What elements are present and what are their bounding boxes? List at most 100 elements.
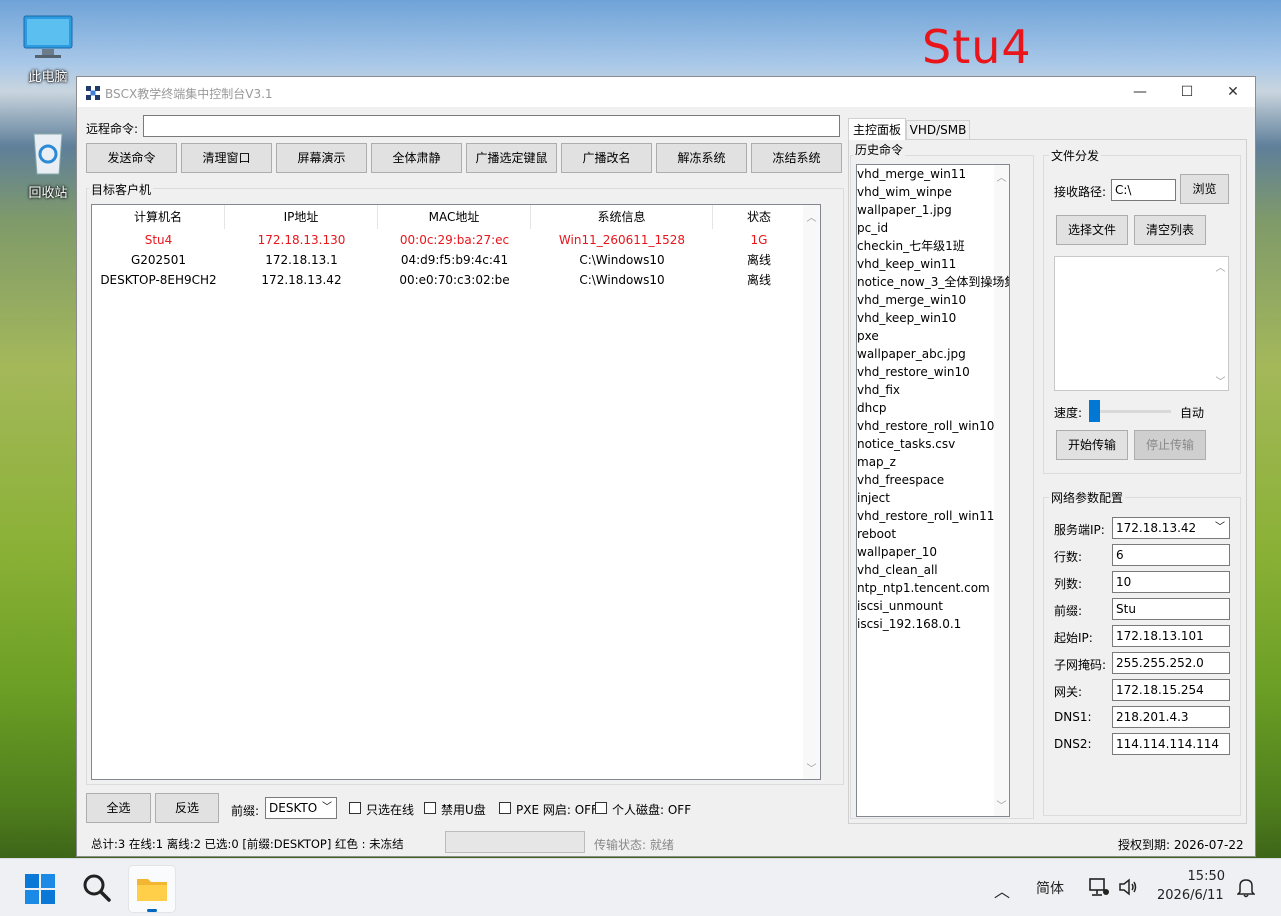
chevron-up-icon[interactable]: ︿ — [803, 209, 820, 224]
recv-path-input[interactable]: C:\ — [1111, 179, 1176, 201]
row-sys[interactable]: Win11_260611_1528 — [531, 230, 713, 250]
client-list[interactable]: 计算机名 IP地址 MAC地址 系统信息 状态 Stu4 172.18.13.1… — [91, 204, 821, 780]
row-mac[interactable]: 00:0c:29:ba:27:ec — [378, 230, 531, 250]
history-item[interactable]: vhd_keep_win11 — [857, 255, 956, 273]
desktop-icon-this-pc[interactable]: 此电脑 — [16, 12, 80, 85]
clear-list-button[interactable]: 清空列表 — [1134, 215, 1206, 245]
history-item[interactable]: dhcp — [857, 399, 886, 417]
tab-main-panel[interactable]: 主控面板 — [848, 118, 906, 140]
close-button[interactable]: ✕ — [1210, 77, 1256, 107]
dns1-input[interactable]: 218.201.4.3 — [1112, 706, 1230, 728]
network-icon[interactable] — [1088, 876, 1110, 901]
stop-transfer-button[interactable]: 停止传输 — [1134, 430, 1206, 460]
column-header[interactable]: IP地址 — [225, 205, 378, 229]
history-item[interactable]: vhd_restore_roll_win11 — [857, 507, 994, 525]
disable-usb-checkbox[interactable] — [424, 802, 436, 814]
broadcast-input-button[interactable]: 广播选定键鼠 — [466, 143, 557, 173]
browse-button[interactable]: 浏览 — [1180, 174, 1229, 204]
volume-icon[interactable] — [1117, 876, 1139, 901]
prefix-config-input[interactable]: Stu — [1112, 598, 1230, 620]
screen-demo-button[interactable]: 屏幕演示 — [276, 143, 367, 173]
history-item[interactable]: vhd_merge_win10 — [857, 291, 966, 309]
input-language[interactable]: 简体 — [1036, 878, 1064, 898]
silence-all-button[interactable]: 全体肃静 — [371, 143, 462, 173]
history-item[interactable]: pc_id — [857, 219, 888, 237]
row-sys[interactable]: C:\Windows10 — [531, 270, 713, 290]
history-item[interactable]: inject — [857, 489, 890, 507]
choose-file-button[interactable]: 选择文件 — [1056, 215, 1128, 245]
clear-window-button[interactable]: 清理窗口 — [181, 143, 272, 173]
send-command-button[interactable]: 发送命令 — [86, 143, 177, 173]
history-item[interactable]: wallpaper_10 — [857, 543, 937, 561]
history-list[interactable]: ︿ ﹀ vhd_merge_win11 vhd_wim_winpe wallpape… — [856, 164, 1010, 817]
select-all-button[interactable]: 全选 — [86, 793, 151, 823]
personal-disk-checkbox[interactable] — [595, 802, 607, 814]
maximize-button[interactable]: ☐ — [1164, 77, 1210, 107]
history-item[interactable]: map_z — [857, 453, 896, 471]
row-mac[interactable]: 04:d9:f5:b9:4c:41 — [378, 250, 531, 270]
server-ip-select[interactable]: 172.18.13.42 ﹀ — [1112, 517, 1230, 539]
chevron-down-icon[interactable]: ﹀ — [994, 797, 1009, 812]
row-ip[interactable]: 172.18.13.1 — [225, 250, 378, 270]
history-item[interactable]: notice_now_3_全体到操场集 — [857, 273, 1009, 291]
subnet-mask-input[interactable]: 255.255.252.0 — [1112, 652, 1230, 674]
pxe-checkbox[interactable] — [499, 802, 511, 814]
dns2-input[interactable]: 114.114.114.114 — [1112, 733, 1230, 755]
file-explorer-button[interactable] — [128, 865, 176, 913]
chevron-up-icon[interactable]: ︿ — [994, 878, 1010, 902]
speed-slider-track[interactable] — [1089, 410, 1171, 413]
row-mac[interactable]: 00:e0:70:c3:02:be — [378, 270, 531, 290]
history-item[interactable]: vhd_keep_win10 — [857, 309, 956, 327]
chevron-up-icon[interactable]: ︿ — [1213, 259, 1228, 274]
history-item[interactable]: vhd_merge_win11 — [857, 165, 966, 183]
history-item[interactable]: vhd_freespace — [857, 471, 944, 489]
history-item[interactable]: vhd_restore_roll_win10 — [857, 417, 994, 435]
gateway-input[interactable]: 172.18.15.254 — [1112, 679, 1230, 701]
minimize-button[interactable]: — — [1117, 77, 1163, 107]
desktop-icon-recycle-bin[interactable]: 回收站 — [16, 128, 80, 201]
history-item[interactable]: checkin_七年级1班 — [857, 237, 965, 255]
history-item[interactable]: vhd_restore_win10 — [857, 363, 970, 381]
history-item[interactable]: wallpaper_1.jpg — [857, 201, 952, 219]
client-list-scrollbar[interactable]: ︿ ﹀ — [803, 205, 820, 779]
row-name[interactable]: Stu4 — [92, 230, 225, 250]
row-ip[interactable]: 172.18.13.42 — [225, 270, 378, 290]
row-status[interactable]: 离线 — [713, 250, 805, 270]
history-scrollbar[interactable]: ︿ ﹀ — [994, 165, 1009, 816]
column-header[interactable]: 计算机名 — [92, 205, 225, 229]
row-name[interactable]: DESKTOP-8EH9CH2 — [92, 270, 225, 290]
invert-selection-button[interactable]: 反选 — [155, 793, 219, 823]
row-status[interactable]: 离线 — [713, 270, 805, 290]
history-item[interactable]: vhd_clean_all — [857, 561, 938, 579]
row-name[interactable]: G202501 — [92, 250, 225, 270]
notification-bell-icon[interactable] — [1236, 878, 1256, 901]
speed-slider-thumb[interactable] — [1089, 400, 1100, 422]
clock-date[interactable]: 2026/6/11 — [1157, 888, 1224, 903]
prefix-select[interactable]: DESKTO ﹀ — [265, 797, 337, 819]
history-item[interactable]: vhd_fix — [857, 381, 900, 399]
only-online-checkbox[interactable] — [349, 802, 361, 814]
history-item[interactable]: iscsi_192.168.0.1 — [857, 615, 961, 633]
start-button[interactable] — [25, 874, 55, 907]
chevron-up-icon[interactable]: ︿ — [994, 169, 1009, 184]
title-bar[interactable]: BSCX教学终端集中控制台V3.1 — ☐ ✕ — [77, 77, 1255, 107]
start-transfer-button[interactable]: 开始传输 — [1056, 430, 1128, 460]
tab-vhd-smb[interactable]: VHD/SMB — [906, 120, 970, 139]
start-ip-input[interactable]: 172.18.13.101 — [1112, 625, 1230, 647]
cols-input[interactable]: 10 — [1112, 571, 1230, 593]
unfreeze-system-button[interactable]: 解冻系统 — [656, 143, 747, 173]
clock-time[interactable]: 15:50 — [1175, 869, 1225, 884]
remote-command-input[interactable] — [143, 115, 840, 137]
column-header[interactable]: MAC地址 — [378, 205, 531, 229]
column-header[interactable]: 系统信息 — [531, 205, 713, 229]
chevron-down-icon[interactable]: ﹀ — [1213, 373, 1228, 388]
rows-input[interactable]: 6 — [1112, 544, 1230, 566]
history-item[interactable]: vhd_wim_winpe — [857, 183, 952, 201]
chevron-down-icon[interactable]: ﹀ — [803, 760, 820, 775]
column-header[interactable]: 状态 — [713, 205, 805, 229]
history-item[interactable]: ntp_ntp1.tencent.com — [857, 579, 990, 597]
file-list-scrollbar[interactable]: ︿ ﹀ — [1213, 257, 1228, 390]
freeze-system-button[interactable]: 冻结系统 — [751, 143, 842, 173]
row-sys[interactable]: C:\Windows10 — [531, 250, 713, 270]
history-item[interactable]: reboot — [857, 525, 896, 543]
